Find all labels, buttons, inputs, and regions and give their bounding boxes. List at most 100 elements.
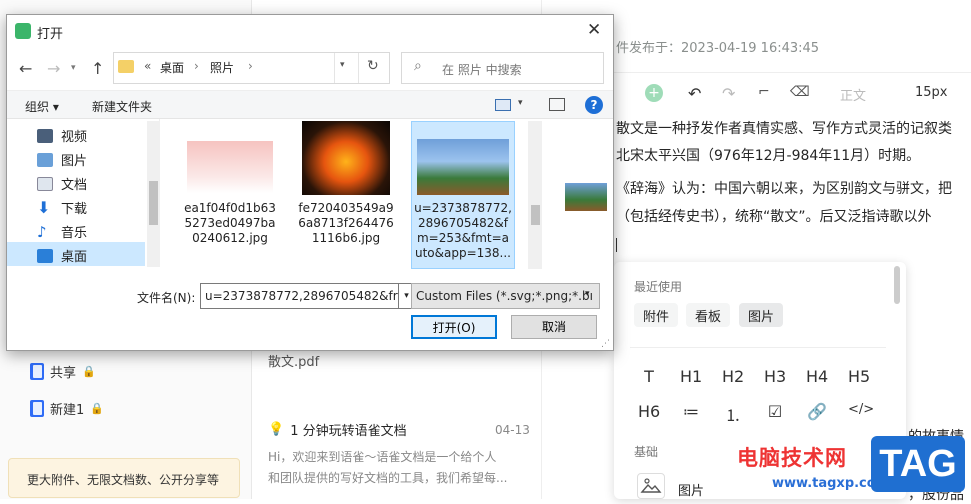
file-label-1[interactable]: ea1f04f0d1b63 5273ed0497ba 0240612.jpg [175,201,285,246]
help-icon[interactable]: ? [585,96,603,114]
redo-icon[interactable]: ↷ [722,84,735,103]
doc-title: 1 分钟玩转语雀文档 [290,424,407,439]
breadcrumb-separator[interactable]: › [194,59,199,73]
file-name-line: 1116b6.jpg [311,231,381,245]
code-icon[interactable]: </> [848,402,874,417]
chevron-down-icon[interactable]: ▾ [518,98,523,108]
undo-icon[interactable]: ↶ [688,84,701,103]
open-button[interactable]: 打开(O) [411,315,497,339]
sidebar-item-new1[interactable]: 新建1 🔒 [30,399,104,418]
text-icon[interactable]: T [638,367,660,386]
format-painter-icon[interactable]: ⌐ [758,84,770,100]
file-type-select[interactable]: Custom Files (*.svg;*.png;*.bı [411,283,600,309]
h3-icon[interactable]: H3 [764,367,786,386]
refresh-icon[interactable]: ↻ [367,58,379,74]
task-list-icon[interactable]: ☑ [764,402,786,421]
watermark-tag-logo: TAG [871,436,965,492]
recent-image[interactable]: 图片 [739,303,784,327]
close-icon[interactable]: ✕ [587,20,601,40]
file-name-line: 5273ed0497ba [184,216,276,230]
upgrade-promo[interactable]: 更大附件、无限文档数、公开分享等 [8,458,240,498]
file-thumbnail[interactable] [417,139,509,195]
paragraph-style-select[interactable]: 正文 [840,85,866,104]
folder-icon [118,60,134,73]
h6-icon[interactable]: H6 [638,402,660,421]
divider [358,53,359,83]
nav-scrollbar[interactable] [147,121,160,267]
h5-icon[interactable]: H5 [848,367,870,386]
document-icon [37,176,53,191]
recent-attachment[interactable]: 附件 [634,303,679,327]
recent-locations-icon[interactable]: ▾ [71,63,76,73]
files-scrollbar[interactable] [528,121,542,269]
bullet-list-icon[interactable]: ≔ [680,402,702,421]
editor-line-3[interactable]: 《辞海》认为：中国六朝以来，为区别韵文与骈文，把 [616,178,952,198]
new-folder-button[interactable]: 新建文件夹 [92,98,152,115]
up-arrow-icon[interactable]: ↑ [91,59,104,78]
sidebar-item-shared[interactable]: 共享 🔒 [30,362,96,381]
nav-label: 桌面 [61,250,88,265]
cancel-button[interactable]: 取消 [511,315,597,339]
h2-icon[interactable]: H2 [722,367,744,386]
file-name-line: 6a8713f264476 [298,216,394,230]
address-bar[interactable]: « 桌面 › 照片 › ▾ ↻ [113,52,390,84]
resize-grip-icon[interactable]: ⋰ [601,339,610,349]
filename-input[interactable]: u=2373878772,2896705482&fr [200,283,399,309]
list-item-title[interactable]: 💡 1 分钟玩转语雀文档 [268,420,407,439]
file-thumbnail[interactable] [302,121,390,195]
breadcrumb-desktop[interactable]: 桌面 [160,59,184,76]
organize-button[interactable]: 组织 ▾ [25,98,59,115]
text-cursor [616,238,617,252]
download-arrow-icon: ⬇ [37,198,51,217]
file-label-2[interactable]: fe720403549a9 6a8713f264476 1116b6.jpg [291,201,401,246]
chevron-down-icon[interactable]: ▾ [340,60,345,70]
partial-file-name: 散文.pdf [268,355,320,370]
preview-thumbnail [565,183,607,211]
h1-icon[interactable]: H1 [680,367,702,386]
book-icon [30,363,44,380]
dialog-title: 打开 [37,27,64,42]
file-label-3[interactable]: u=2373878772, 2896705482&f m=253&fmt=a u… [408,201,518,261]
preview-pane-icon[interactable] [549,98,565,111]
divider [334,53,335,83]
nav-item-documents[interactable]: 文档 [37,174,87,193]
nav-item-desktop[interactable]: 桌面 [37,246,87,265]
file-thumbnail[interactable] [187,141,273,193]
nav-item-music[interactable]: ♪ 音乐 [37,222,88,242]
sidebar-item-label: 共享 [50,366,77,381]
h4-icon[interactable]: H4 [806,367,828,386]
font-size-select[interactable]: 15px [915,85,948,100]
link-icon[interactable]: 🔗 [806,402,828,421]
ordered-list-icon[interactable]: ⒈ [722,402,744,426]
breadcrumb-photos[interactable]: 照片 [210,59,234,76]
lightbulb-icon: 💡 [268,422,285,437]
chevron-down-icon[interactable]: ▾ [585,289,590,299]
scrollbar-thumb[interactable] [149,181,158,225]
lock-icon: 🔒 [90,402,104,415]
editor-line-4[interactable]: （包括经传史书），统称“散文”。后又泛指诗歌以外 [616,206,932,226]
search-placeholder: 在 照片 中搜索 [442,63,522,77]
basic-image-item[interactable]: 图片 [678,480,704,499]
nav-label: 下载 [61,202,88,217]
nav-label: 音乐 [61,226,88,241]
publish-time: 件发布于：2023-04-19 16:43:45 [616,41,820,56]
filter-value: Custom Files (*.svg;*.png;*.bı [416,289,593,303]
recent-board[interactable]: 看板 [686,303,731,327]
view-mode-icon[interactable] [495,99,511,111]
editor-line-1[interactable]: 散文是一种抒发作者真情实感、写作方式灵活的记叙类 [616,118,952,138]
eraser-icon[interactable]: ⌫ [790,84,810,100]
forward-arrow-icon[interactable]: → [47,59,60,78]
nav-item-downloads[interactable]: ⬇ 下载 [37,198,87,217]
basic-title: 基础 [634,445,659,459]
search-input[interactable]: ⌕ 在 照片 中搜索 [401,52,604,84]
nav-item-videos[interactable]: 视频 [37,126,87,145]
back-arrow-icon[interactable]: ← [19,59,32,78]
nav-item-pictures[interactable]: 图片 [37,150,87,169]
add-icon[interactable]: + [645,84,663,102]
breadcrumb-separator[interactable]: › [248,59,253,73]
breadcrumb-overflow[interactable]: « [144,59,151,73]
popup-scrollbar[interactable] [894,266,900,304]
editor-line-2[interactable]: 北宋太平兴国（976年12月-984年11月）时期。 [616,145,920,165]
divider [630,347,886,348]
scrollbar-thumb[interactable] [531,205,540,225]
